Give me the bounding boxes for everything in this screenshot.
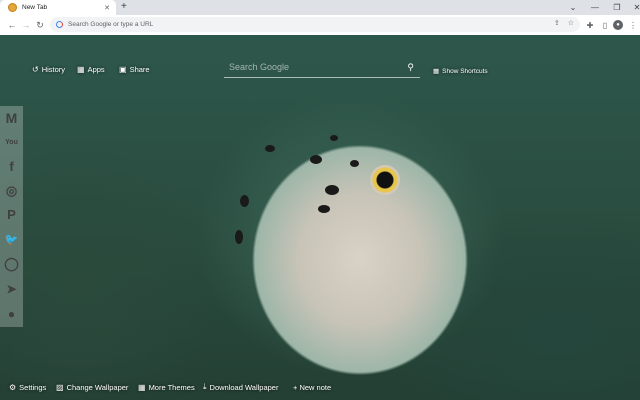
show-shortcuts-label: Show Shortcuts bbox=[442, 67, 488, 75]
telegram-icon[interactable]: ➤ bbox=[3, 280, 20, 297]
close-window-button[interactable]: ✕ bbox=[626, 0, 640, 15]
tab-new-tab[interactable]: New Tab ✕ bbox=[0, 0, 116, 15]
show-shortcuts-toggle[interactable]: ▦ Show Shortcuts bbox=[433, 67, 488, 76]
tab-title: New Tab bbox=[22, 4, 48, 11]
back-arrow-icon[interactable]: ← bbox=[6, 19, 18, 31]
fish-spot bbox=[235, 230, 243, 244]
apps-label: Apps bbox=[87, 65, 105, 74]
apps-grid-icon: ▦ bbox=[77, 65, 85, 74]
fish-spot bbox=[240, 195, 249, 207]
sidepanel-icon[interactable]: ▯ bbox=[599, 19, 611, 31]
social-sidebar: M You f ◎ P 🐦 ◯ ➤ ● bbox=[0, 106, 23, 327]
new-note-label: + New note bbox=[293, 383, 332, 392]
tab-strip: New Tab ✕ + ⌄ — ❐ ✕ bbox=[0, 0, 640, 15]
whatsapp-icon[interactable]: ◯ bbox=[3, 255, 20, 272]
fish-spot bbox=[318, 205, 330, 213]
share-page-icon[interactable]: ⇪ bbox=[554, 19, 560, 27]
chrome-favicon-icon bbox=[8, 3, 17, 12]
omnibox-placeholder: Search Google or type a URL bbox=[68, 21, 154, 28]
fish-spot bbox=[350, 160, 359, 167]
fish-spot bbox=[265, 145, 275, 152]
settings-button[interactable]: ⚙ Settings bbox=[9, 383, 46, 392]
share-link[interactable]: ▣ Share bbox=[119, 65, 150, 74]
change-wallpaper-button[interactable]: ▨ Change Wallpaper bbox=[56, 383, 128, 392]
tab-search-icon[interactable]: ⌄ bbox=[562, 0, 584, 15]
download-wallpaper-label: Download Wallpaper bbox=[209, 382, 279, 392]
extensions-icon[interactable]: ✚ bbox=[584, 19, 596, 31]
pinterest-icon[interactable]: P bbox=[3, 206, 20, 223]
apps-link[interactable]: ▦ Apps bbox=[77, 65, 105, 74]
reddit-icon[interactable]: ● bbox=[3, 305, 20, 322]
youtube-icon[interactable]: You bbox=[3, 134, 20, 151]
profile-avatar-icon[interactable]: ● bbox=[613, 20, 623, 30]
history-label: History bbox=[41, 65, 66, 74]
menu-kebab-icon[interactable]: ⋮ bbox=[627, 19, 639, 31]
facebook-icon[interactable]: f bbox=[3, 158, 20, 175]
download-icon: ⤓ bbox=[203, 382, 207, 391]
fish-spot bbox=[310, 155, 322, 164]
ntp-search-bar[interactable]: Search Google ⚲ bbox=[224, 57, 420, 78]
download-wallpaper-button[interactable]: ⤓ Download Wallpaper bbox=[203, 382, 278, 392]
image-icon: ▨ bbox=[56, 383, 64, 392]
google-icon bbox=[56, 21, 63, 28]
settings-label: Settings bbox=[19, 383, 47, 392]
pufferfish-eye bbox=[370, 165, 400, 195]
restore-button[interactable]: ❐ bbox=[606, 0, 628, 15]
fish-spot bbox=[325, 185, 339, 195]
instagram-icon[interactable]: ◎ bbox=[3, 182, 20, 199]
ntp-search-input[interactable]: Search Google bbox=[229, 62, 407, 72]
gmail-icon[interactable]: M bbox=[3, 109, 20, 126]
shortcuts-grid-icon: ▦ bbox=[433, 68, 440, 75]
share-icon: ▣ bbox=[119, 65, 127, 74]
omnibox[interactable]: Search Google or type a URL ⇪ ☆ bbox=[50, 17, 580, 32]
change-wallpaper-label: Change Wallpaper bbox=[66, 383, 129, 392]
more-themes-button[interactable]: ▦ More Themes bbox=[138, 383, 195, 392]
fish-spot bbox=[330, 135, 338, 141]
close-tab-icon[interactable]: ✕ bbox=[104, 4, 110, 12]
history-icon: ↺ bbox=[32, 65, 39, 74]
browser-toolbar: ← → ↻ Search Google or type a URL ⇪ ☆ ✚ … bbox=[0, 15, 640, 36]
bookmark-star-icon[interactable]: ☆ bbox=[568, 19, 574, 27]
minimize-button[interactable]: — bbox=[584, 0, 606, 15]
forward-arrow-icon[interactable]: → bbox=[20, 19, 32, 31]
share-label: Share bbox=[129, 65, 150, 74]
history-link[interactable]: ↺ History bbox=[32, 65, 65, 74]
new-note-button[interactable]: + New note bbox=[293, 383, 331, 392]
reload-icon[interactable]: ↻ bbox=[34, 19, 46, 31]
more-themes-label: More Themes bbox=[148, 383, 195, 392]
new-tab-button[interactable]: + bbox=[121, 1, 127, 12]
search-icon[interactable]: ⚲ bbox=[407, 62, 414, 73]
themes-grid-icon: ▦ bbox=[138, 383, 146, 392]
twitter-icon[interactable]: 🐦 bbox=[3, 231, 20, 248]
wallpaper-image bbox=[0, 35, 640, 400]
gear-icon: ⚙ bbox=[9, 383, 17, 392]
